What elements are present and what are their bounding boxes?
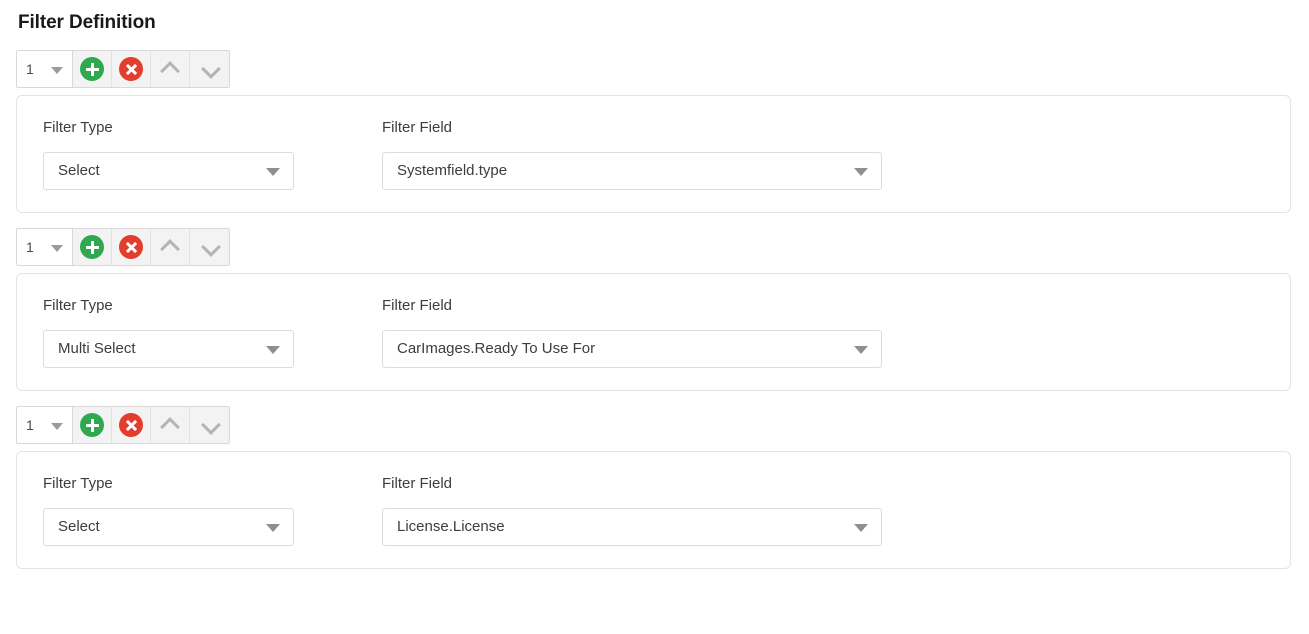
filter-index-value: 1 <box>26 61 34 77</box>
plus-circle-icon <box>80 413 104 437</box>
chevron-down-icon <box>202 61 218 77</box>
plus-circle-icon <box>80 235 104 259</box>
caret-down-icon <box>854 524 868 532</box>
filter-definition-page: Filter Definition 1 Filter Type Select F… <box>0 0 1309 634</box>
caret-down-icon <box>854 168 868 176</box>
filter-field-value: Systemfield.type <box>397 162 508 179</box>
filter-index-select[interactable]: 1 <box>17 51 73 87</box>
filter-type-select[interactable]: Select <box>43 508 294 546</box>
filter-index-value: 1 <box>26 417 34 433</box>
chevron-down-icon <box>202 417 218 433</box>
filter-group: 1 Filter Type <box>16 406 1291 569</box>
add-filter-button[interactable] <box>73 407 112 443</box>
page-title: Filter Definition <box>18 12 156 33</box>
filter-field-block: Filter Field Systemfield.type <box>382 119 882 190</box>
chevron-up-icon <box>162 239 178 255</box>
filter-row-toolbar: 1 <box>16 406 230 444</box>
filter-field-value: CarImages.Ready To Use For <box>397 340 596 357</box>
caret-down-icon <box>266 524 280 532</box>
filter-field-label: Filter Field <box>382 119 453 136</box>
filter-type-select[interactable]: Select <box>43 152 294 190</box>
filter-type-label: Filter Type <box>43 119 113 136</box>
filter-index-select[interactable]: 1 <box>17 407 73 443</box>
filter-field-select[interactable]: License.License <box>382 508 882 546</box>
move-filter-down-button[interactable] <box>190 407 229 443</box>
add-filter-button[interactable] <box>73 229 112 265</box>
close-circle-icon <box>119 235 143 259</box>
caret-down-icon <box>266 346 280 354</box>
filter-field-value: License.License <box>397 518 505 535</box>
caret-down-icon <box>51 67 63 74</box>
caret-down-icon <box>854 346 868 354</box>
chevron-down-icon <box>202 239 218 255</box>
filter-field-select[interactable]: Systemfield.type <box>382 152 882 190</box>
filter-field-block: Filter Field License.License <box>382 475 882 546</box>
plus-circle-icon <box>80 57 104 81</box>
caret-down-icon <box>51 423 63 430</box>
move-filter-up-button[interactable] <box>151 407 190 443</box>
filter-type-value: Multi Select <box>58 340 136 357</box>
remove-filter-button[interactable] <box>112 51 151 87</box>
caret-down-icon <box>266 168 280 176</box>
filter-type-block: Filter Type Select <box>43 119 382 190</box>
close-circle-icon <box>119 413 143 437</box>
move-filter-up-button[interactable] <box>151 229 190 265</box>
filter-field-block: Filter Field CarImages.Ready To Use For <box>382 297 882 368</box>
filter-row-toolbar: 1 <box>16 228 230 266</box>
remove-filter-button[interactable] <box>112 407 151 443</box>
filter-type-select[interactable]: Multi Select <box>43 330 294 368</box>
filter-panel: Filter Type Select Filter Field License.… <box>16 451 1291 569</box>
filter-field-select[interactable]: CarImages.Ready To Use For <box>382 330 882 368</box>
close-circle-icon <box>119 57 143 81</box>
filter-field-label: Filter Field <box>382 297 453 314</box>
remove-filter-button[interactable] <box>112 229 151 265</box>
filter-group: 1 Filter Type <box>16 50 1291 213</box>
add-filter-button[interactable] <box>73 51 112 87</box>
filter-index-select[interactable]: 1 <box>17 229 73 265</box>
caret-down-icon <box>51 245 63 252</box>
filter-index-value: 1 <box>26 239 34 255</box>
filter-type-label: Filter Type <box>43 475 113 492</box>
filter-type-label: Filter Type <box>43 297 113 314</box>
filter-type-block: Filter Type Multi Select <box>43 297 382 368</box>
filter-panel: Filter Type Multi Select Filter Field Ca… <box>16 273 1291 391</box>
filter-type-value: Select <box>58 518 100 535</box>
filter-group: 1 Filter Type <box>16 228 1291 391</box>
filter-panel: Filter Type Select Filter Field Systemfi… <box>16 95 1291 213</box>
filter-row-toolbar: 1 <box>16 50 230 88</box>
filter-type-block: Filter Type Select <box>43 475 382 546</box>
filter-type-value: Select <box>58 162 100 179</box>
chevron-up-icon <box>162 417 178 433</box>
move-filter-down-button[interactable] <box>190 229 229 265</box>
filter-field-label: Filter Field <box>382 475 453 492</box>
move-filter-down-button[interactable] <box>190 51 229 87</box>
move-filter-up-button[interactable] <box>151 51 190 87</box>
chevron-up-icon <box>162 61 178 77</box>
